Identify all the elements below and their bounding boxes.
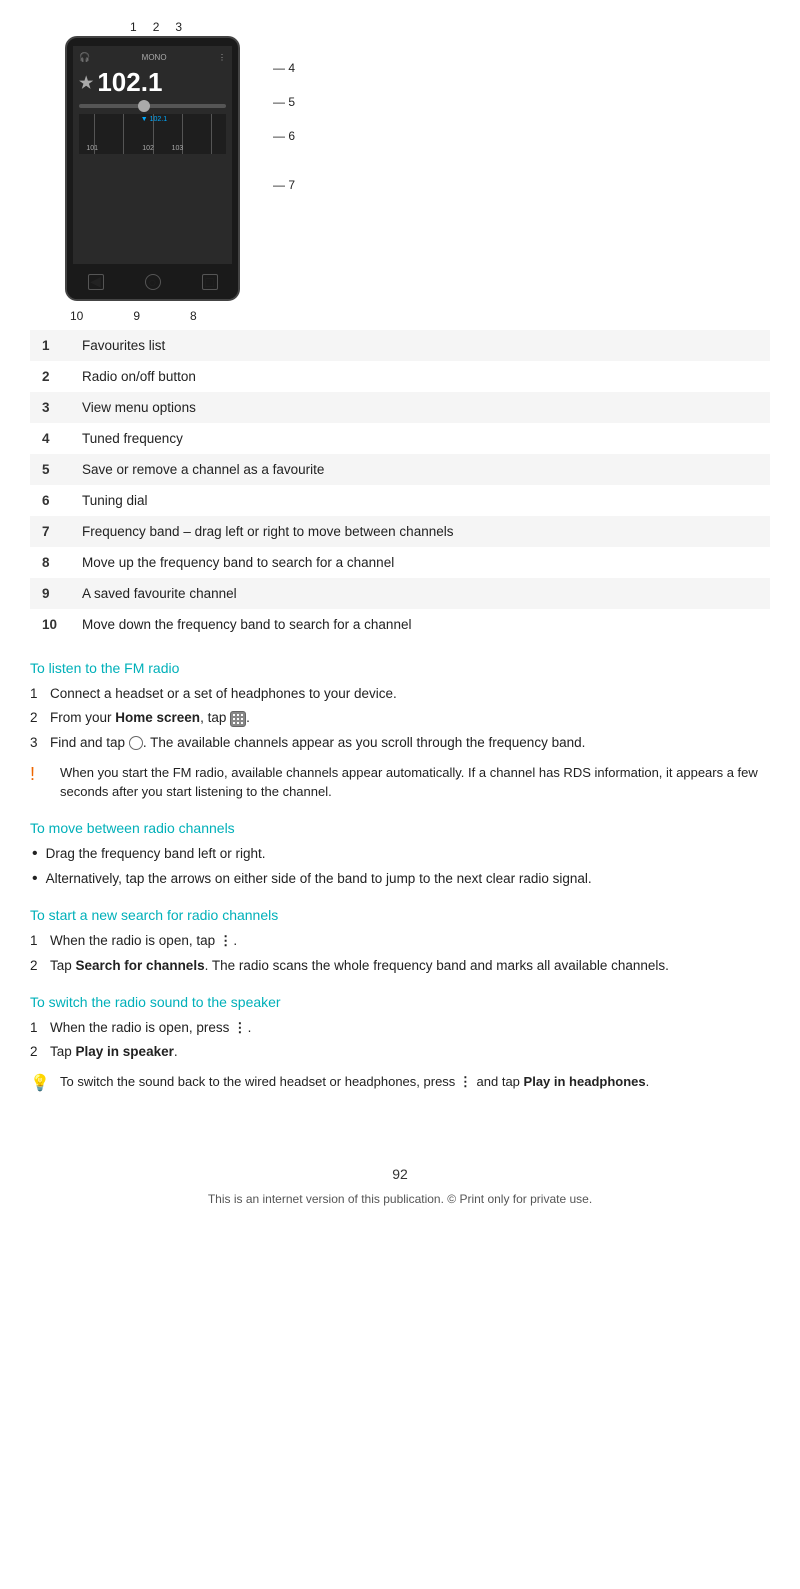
speaker-step-1: 1 When the radio is open, press ⋮.	[30, 1018, 770, 1038]
fm-note-text: When you start the FM radio, available c…	[60, 763, 770, 802]
speaker-tip: 💡 To switch the sound back to the wired …	[30, 1072, 770, 1096]
tip-icon: 💡	[30, 1072, 52, 1096]
section-search-heading: To start a new search for radio channels	[30, 907, 770, 923]
table-row: 3 View menu options	[30, 392, 770, 423]
search-step-1: 1 When the radio is open, tap ⋮.	[30, 931, 770, 951]
table-row: 10 Move down the frequency band to searc…	[30, 609, 770, 640]
top-num-1: 1	[130, 20, 137, 34]
table-row: 1 Favourites list	[30, 330, 770, 361]
bottom-label-9: 9	[133, 309, 140, 323]
table-num: 5	[30, 454, 70, 485]
radio-frequency: ★ 102.1	[79, 67, 226, 98]
table-row: 9 A saved favourite channel	[30, 578, 770, 609]
callout-4: — 4	[273, 61, 295, 75]
table-row: 4 Tuned frequency	[30, 423, 770, 454]
top-num-2: 2	[153, 20, 160, 34]
feature-table: 1 Favourites list 2 Radio on/off button …	[30, 330, 770, 640]
bottom-label-10: 10	[70, 309, 83, 323]
fm-note: ! When you start the FM radio, available…	[30, 763, 770, 802]
fm-step-3: 3 Find and tap . The available channels …	[30, 733, 770, 753]
table-desc: Favourites list	[70, 330, 770, 361]
table-row: 5 Save or remove a channel as a favourit…	[30, 454, 770, 485]
table-num: 2	[30, 361, 70, 392]
table-desc: A saved favourite channel	[70, 578, 770, 609]
table-num: 4	[30, 423, 70, 454]
table-desc: View menu options	[70, 392, 770, 423]
bottom-label-8: 8	[190, 309, 197, 323]
move-bullets: Drag the frequency band left or right. A…	[30, 844, 770, 890]
callout-5: — 5	[273, 95, 295, 109]
table-desc: Tuned frequency	[70, 423, 770, 454]
table-desc: Save or remove a channel as a favourite	[70, 454, 770, 485]
page-number: 92	[30, 1166, 770, 1182]
table-desc: Tuning dial	[70, 485, 770, 516]
radio-slider	[79, 104, 226, 108]
table-row: 6 Tuning dial	[30, 485, 770, 516]
speaker-tip-text: To switch the sound back to the wired he…	[60, 1072, 649, 1092]
phone-mockup: 🎧 MONO ⋮ ★ 102.1	[65, 36, 240, 301]
search-step-2: 2 Tap Search for channels. The radio sca…	[30, 956, 770, 976]
table-row: 7 Frequency band – drag left or right to…	[30, 516, 770, 547]
table-row: 8 Move up the frequency band to search f…	[30, 547, 770, 578]
table-row: 2 Radio on/off button	[30, 361, 770, 392]
phone-bottom-bar: ◀ ○ □	[67, 264, 238, 299]
section-move-heading: To move between radio channels	[30, 820, 770, 836]
phone-screen: 🎧 MONO ⋮ ★ 102.1	[73, 46, 232, 264]
radio-bands: 101 102 103 ▼ 102.1	[79, 114, 226, 154]
fm-steps: 1 Connect a headset or a set of headphon…	[30, 684, 770, 753]
table-num: 1	[30, 330, 70, 361]
top-num-3: 3	[175, 20, 182, 34]
page-content: 1 2 3 🎧 MONO ⋮ ★ 102.1	[0, 0, 800, 1246]
diagram-wrapper: 1 2 3 🎧 MONO ⋮ ★ 102.1	[30, 20, 430, 325]
page-footer: 92 This is an internet version of this p…	[30, 1156, 770, 1206]
callout-6: — 6	[273, 129, 295, 143]
table-num: 9	[30, 578, 70, 609]
table-desc: Move down the frequency band to search f…	[70, 609, 770, 640]
table-num: 6	[30, 485, 70, 516]
callout-7: — 7	[273, 178, 295, 192]
table-num: 8	[30, 547, 70, 578]
section-speaker-heading: To switch the radio sound to the speaker	[30, 994, 770, 1010]
table-num: 3	[30, 392, 70, 423]
move-bullet-2: Alternatively, tap the arrows on either …	[30, 869, 770, 890]
move-bullet-1: Drag the frequency band left or right.	[30, 844, 770, 865]
table-desc: Frequency band – drag left or right to m…	[70, 516, 770, 547]
search-steps: 1 When the radio is open, tap ⋮. 2 Tap S…	[30, 931, 770, 976]
speaker-steps: 1 When the radio is open, press ⋮. 2 Tap…	[30, 1018, 770, 1063]
table-desc: Radio on/off button	[70, 361, 770, 392]
section-fm-heading: To listen to the FM radio	[30, 660, 770, 676]
table-num: 10	[30, 609, 70, 640]
fm-step-2: 2 From your Home screen, tap .	[30, 708, 770, 728]
table-desc: Move up the frequency band to search for…	[70, 547, 770, 578]
warning-icon: !	[30, 761, 52, 788]
bottom-labels: 10 9 8	[70, 309, 430, 323]
top-numbers: 1 2 3	[130, 20, 430, 34]
speaker-step-2: 2 Tap Play in speaker.	[30, 1042, 770, 1062]
footer-legal: This is an internet version of this publ…	[30, 1192, 770, 1206]
radio-ui: 🎧 MONO ⋮ ★ 102.1	[73, 46, 232, 160]
fm-step-1: 1 Connect a headset or a set of headphon…	[30, 684, 770, 704]
table-num: 7	[30, 516, 70, 547]
